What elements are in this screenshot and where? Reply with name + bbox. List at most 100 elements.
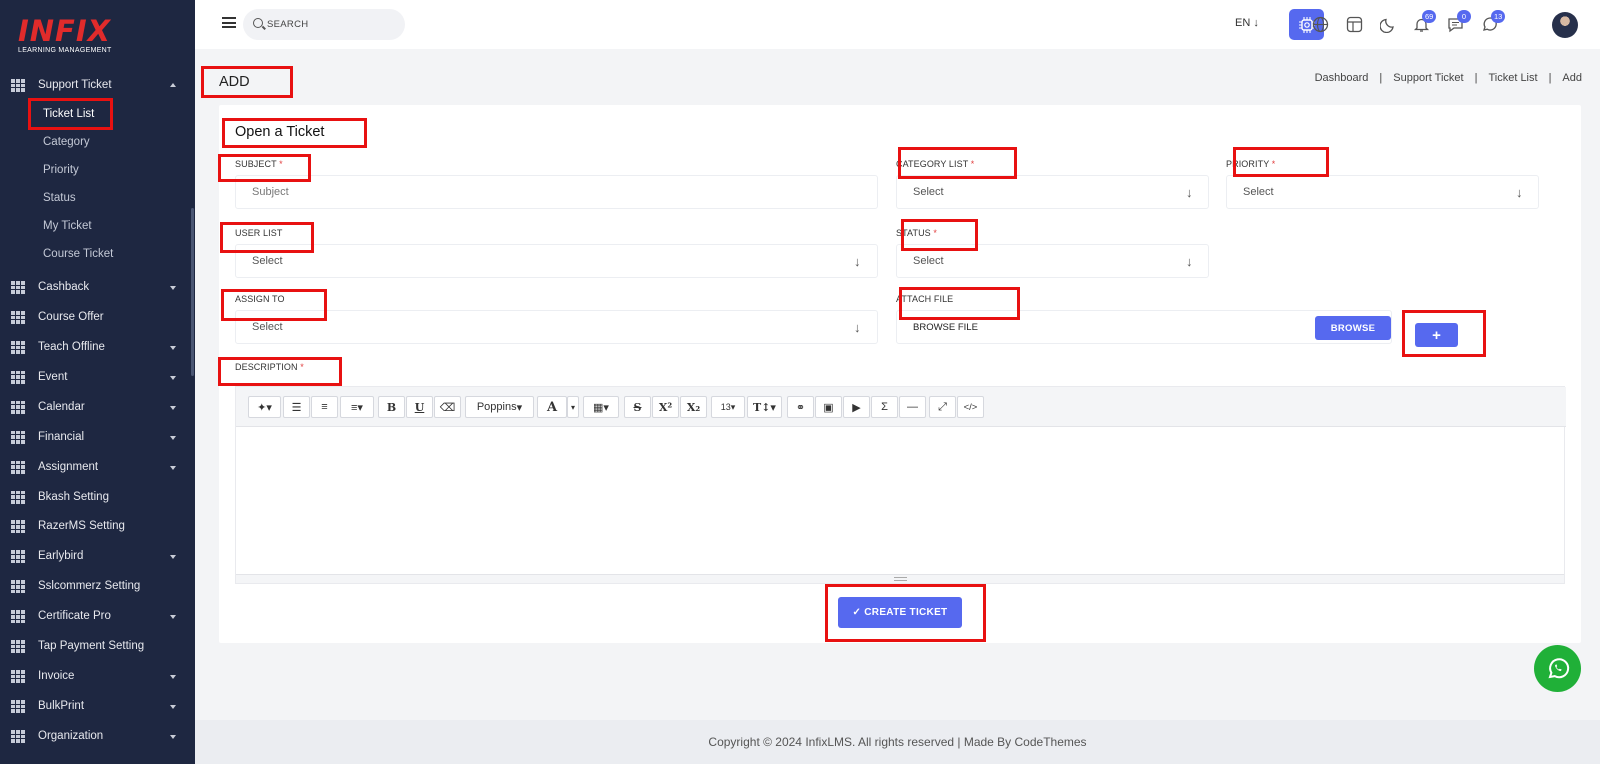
sidebar-item[interactable]: Teach Offline <box>0 334 190 362</box>
sidebar-subitem[interactable]: Status <box>43 192 76 204</box>
math-button[interactable]: Σ <box>871 396 898 418</box>
avatar[interactable] <box>1552 12 1578 38</box>
sidebar-item[interactable]: Certificate Pro <box>0 603 190 631</box>
sidebar-item[interactable]: Event <box>0 364 190 392</box>
search-box <box>243 9 405 40</box>
grid-icon <box>11 580 25 594</box>
search-icon <box>253 18 263 28</box>
font-family-select[interactable]: Poppins ▾ <box>465 396 534 418</box>
sidebar-item[interactable]: Invoice <box>0 663 190 691</box>
horizontal-rule-icon[interactable]: — <box>899 396 926 418</box>
underline-button[interactable]: U <box>406 396 433 418</box>
sidebar-item[interactable]: Financial <box>0 424 190 452</box>
unordered-list-icon[interactable]: ☰ <box>283 396 310 418</box>
description-label: DESCRIPTION * <box>235 362 304 372</box>
search-input[interactable] <box>267 17 397 32</box>
editor-toolbar: ✦▾ ☰ ≡ ≡▾ B U ⌫ Poppins ▾ A ▾ ▦▾ S X² X₂ … <box>236 387 1566 427</box>
arrow-down-icon: ↓ <box>854 320 861 335</box>
sidebar-item[interactable]: Assignment <box>0 454 190 482</box>
font-color-dropdown[interactable]: ▾ <box>567 396 579 418</box>
code-view-button[interactable]: </> <box>957 396 984 418</box>
priority-select[interactable]: Select ↓ <box>1226 175 1539 209</box>
strikethrough-button[interactable]: S <box>624 396 651 418</box>
sidebar-scrollbar[interactable] <box>191 208 194 376</box>
status-select[interactable]: Select ↓ <box>896 244 1209 278</box>
sidebar-item[interactable]: BulkPrint <box>0 693 190 721</box>
description-editor[interactable] <box>236 428 1564 574</box>
hamburger-menu-icon[interactable] <box>222 17 236 28</box>
bold-button[interactable]: B <box>378 396 405 418</box>
sidebar-subitem[interactable]: Priority <box>43 164 79 176</box>
eraser-icon[interactable]: ⌫ <box>434 396 461 418</box>
sidebar-item-label: Earlybird <box>38 550 84 563</box>
sidebar-item[interactable]: Organization <box>0 723 190 751</box>
grid-icon <box>11 370 25 384</box>
grid-icon <box>11 670 25 684</box>
caret-down-icon <box>170 675 176 680</box>
sidebar-subitem[interactable]: Ticket List <box>43 108 94 120</box>
sidebar-item-label: Support Ticket <box>38 79 112 91</box>
language-selector[interactable]: EN ↓ <box>1235 17 1259 29</box>
form-title: Open a Ticket <box>235 124 325 140</box>
top-bar: EN ↓ 69 0 13 <box>195 0 1600 49</box>
sidebar-item[interactable]: Cashback <box>0 274 190 302</box>
caret-down-icon <box>170 555 176 560</box>
image-icon[interactable]: ▣ <box>815 396 842 418</box>
create-ticket-button[interactable]: ✓ CREATE TICKET <box>838 597 962 628</box>
assign-to-select[interactable]: Select ↓ <box>235 310 878 344</box>
sidebar-subitem[interactable]: Category <box>43 136 90 148</box>
font-color-button[interactable]: A <box>537 396 567 418</box>
sidebar-item[interactable]: Calendar <box>0 394 190 422</box>
grid-icon <box>11 460 25 474</box>
copyright-text: Copyright © 2024 InfixLMS. All rights re… <box>708 735 1087 749</box>
sidebar-item[interactable]: Course Offer <box>0 304 190 332</box>
sidebar-item-label: BulkPrint <box>38 700 85 713</box>
ticket-form-card: Open a Ticket SUBJECT * CATEGORY LIST * … <box>219 105 1581 643</box>
notification-badge: 69 <box>1422 10 1437 23</box>
superscript-button[interactable]: X² <box>652 396 679 418</box>
subscript-button[interactable]: X₂ <box>680 396 707 418</box>
link-icon[interactable]: ⚭ <box>787 396 814 418</box>
sidebar-item-support-ticket[interactable]: Support Ticket <box>0 72 190 100</box>
sidebar-item-label: Invoice <box>38 670 75 683</box>
sidebar-item-label: Bkash Setting <box>38 490 109 503</box>
breadcrumb-ticket-list[interactable]: Ticket List <box>1488 72 1537 84</box>
sidebar-subitem[interactable]: My Ticket <box>43 220 92 232</box>
sidebar-item[interactable]: Sslcommerz Setting <box>0 573 190 601</box>
globe-icon[interactable] <box>1311 15 1329 33</box>
attach-file-text: BROWSE FILE <box>913 321 978 333</box>
sidebar-item[interactable]: Earlybird <box>0 543 190 571</box>
fullscreen-icon[interactable]: ⤢ <box>929 396 956 418</box>
line-height-icon[interactable]: T↕▾ <box>747 396 782 418</box>
magic-wand-icon[interactable]: ✦▾ <box>248 396 281 418</box>
sidebar-item-label: Calendar <box>38 400 85 413</box>
assign-to-label: ASSIGN TO <box>235 294 285 304</box>
table-icon[interactable]: ▦▾ <box>583 396 619 418</box>
caret-down-icon <box>170 465 176 470</box>
sidebar-item[interactable]: Bkash Setting <box>0 484 190 512</box>
editor-resize-handle[interactable] <box>236 574 1564 583</box>
sidebar-item-label: Course Offer <box>38 310 104 323</box>
sidebar-item[interactable]: Tap Payment Setting <box>0 633 190 661</box>
breadcrumb-dashboard[interactable]: Dashboard <box>1315 72 1369 84</box>
status-select-value: Select <box>913 255 944 267</box>
category-select[interactable]: Select ↓ <box>896 175 1209 209</box>
moon-icon[interactable] <box>1379 15 1397 33</box>
grid-icon <box>11 400 25 414</box>
sidebar-item[interactable]: RazerMS Setting <box>0 513 190 541</box>
sidebar-item-label: Certificate Pro <box>38 610 111 623</box>
align-icon[interactable]: ≡▾ <box>340 396 374 418</box>
subject-input[interactable] <box>235 175 878 209</box>
breadcrumb-support-ticket[interactable]: Support Ticket <box>1393 72 1463 84</box>
status-label: STATUS * <box>896 228 937 238</box>
sidebar-subitem[interactable]: Course Ticket <box>43 248 113 260</box>
app-logo[interactable]: INFIX LEARNING MANAGEMENT <box>18 16 118 54</box>
whatsapp-chat-button[interactable] <box>1534 645 1581 692</box>
font-size-select[interactable]: 13 ▾ <box>711 396 745 418</box>
browse-button[interactable]: BROWSE <box>1315 316 1391 340</box>
user-list-select[interactable]: Select ↓ <box>235 244 878 278</box>
video-icon[interactable]: ▶ <box>843 396 870 418</box>
add-file-button[interactable]: + <box>1415 323 1458 347</box>
layout-icon[interactable] <box>1345 15 1363 33</box>
ordered-list-icon[interactable]: ≡ <box>311 396 338 418</box>
